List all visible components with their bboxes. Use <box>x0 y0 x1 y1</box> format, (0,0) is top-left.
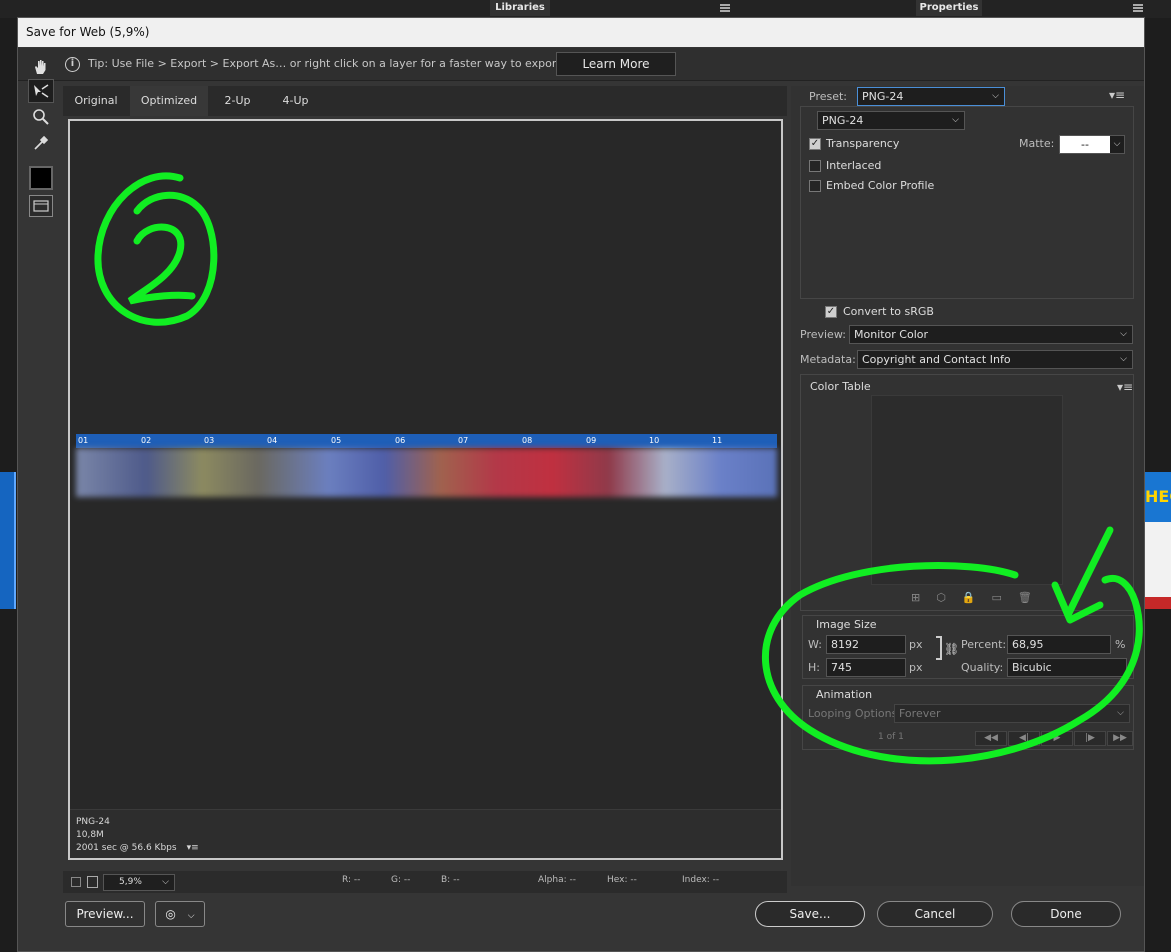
banner-segment: 04 <box>267 436 278 445</box>
info-size: 10,8M <box>76 830 104 840</box>
banner-segment: 02 <box>141 436 152 445</box>
banner-strip: 01 02 03 04 05 06 07 08 09 10 11 <box>76 434 777 448</box>
preview-browser-button[interactable]: ◎ ⌵ <box>155 901 205 927</box>
eyedropper-color-swatch[interactable] <box>29 166 53 190</box>
preview-image-banner: 01 02 03 04 05 06 07 08 09 10 11 <box>76 434 777 497</box>
view-tabs: Original Optimized 2-Up 4-Up <box>63 86 787 116</box>
preset-menu-icon[interactable]: ▾≡ <box>1109 88 1125 102</box>
embed-color-profile-checkbox[interactable] <box>809 180 821 192</box>
tab-original[interactable]: Original <box>63 86 129 116</box>
chevron-down-icon: ⌵ <box>952 115 959 125</box>
matte-value: -- <box>1081 138 1089 151</box>
banner-segment: 07 <box>458 436 469 445</box>
tab-4-up[interactable]: 4-Up <box>267 86 324 116</box>
banner-segment: 10 <box>649 436 660 445</box>
toggle-slices-visibility-icon[interactable] <box>29 195 53 217</box>
metadata-label: Metadata: <box>800 353 856 366</box>
status-bar: 5,9% ⌵ R: -- G: -- B: -- Alpha: -- Hex: … <box>63 871 787 893</box>
interlaced-label: Interlaced <box>826 159 882 172</box>
format-select[interactable]: PNG-24 ⌵ <box>817 111 965 130</box>
banner-segment: 05 <box>331 436 342 445</box>
color-table-menu-icon[interactable]: ▾≡ <box>1117 380 1133 394</box>
tip-text: Tip: Use File > Export > Export As… or r… <box>88 57 600 70</box>
slice-select-tool-icon[interactable] <box>28 79 54 103</box>
save-for-web-dialog: Save for Web (5,9%) i Tip: Use File > Ex… <box>17 17 1145 952</box>
color-table-heading: Color Table <box>810 380 871 393</box>
libraries-menu-icon[interactable] <box>720 4 730 12</box>
chevron-down-icon: ⌵ <box>187 911 195 921</box>
artboard-headline: HEC <box>1145 472 1171 522</box>
metadata-value: Copyright and Contact Info <box>862 353 1011 366</box>
info-menu-icon[interactable]: ▾≡ <box>187 842 199 855</box>
preview-canvas[interactable]: 01 02 03 04 05 06 07 08 09 10 11 PNG-24 … <box>68 119 783 860</box>
dialog-title: Save for Web (5,9%) <box>18 18 1144 47</box>
banner-segment: 08 <box>522 436 533 445</box>
zoom-tool-icon[interactable] <box>28 105 54 129</box>
status-g: G: -- <box>391 875 411 885</box>
chevron-down-icon: ⌵ <box>1120 329 1127 339</box>
matte-label: Matte: <box>1019 137 1055 150</box>
banner-segment: 01 <box>78 436 89 445</box>
banner-segment: 11 <box>712 436 723 445</box>
preset-select[interactable]: PNG-24 ⌵ <box>857 87 1005 106</box>
eyedropper-tool-icon[interactable] <box>28 131 54 155</box>
info-download-time: 2001 sec @ 56.6 Kbps <box>76 843 177 853</box>
preview-button[interactable]: Preview... <box>65 901 145 927</box>
metadata-select[interactable]: Copyright and Contact Info ⌵ <box>857 350 1133 369</box>
optimization-info: PNG-24 10,8M 2001 sec @ 56.6 Kbps ▾≡ <box>70 809 781 858</box>
background-artboard-left <box>0 472 16 609</box>
banner-blurred-content <box>76 448 777 497</box>
chevron-down-icon: ⌵ <box>992 91 999 101</box>
transparency-checkbox[interactable]: ✓ <box>809 138 821 150</box>
checkbox-icon[interactable] <box>71 877 81 887</box>
properties-panel-tab[interactable]: Properties <box>916 0 982 16</box>
convert-srgb-label: Convert to sRGB <box>843 305 934 318</box>
preset-label: Preset: <box>809 90 848 103</box>
format-settings-section: PNG-24 ⌵ ✓ Transparency Matte: -- ⌵ Inte… <box>800 106 1134 299</box>
transparency-label: Transparency <box>826 137 900 150</box>
status-hex: Hex: -- <box>607 875 637 885</box>
hand-tool-icon[interactable] <box>28 55 54 79</box>
preview-select[interactable]: Monitor Color ⌵ <box>849 325 1133 344</box>
zoom-level-select[interactable]: 5,9% ⌵ <box>103 874 175 891</box>
preset-value: PNG-24 <box>862 90 904 103</box>
info-icon: i <box>65 57 80 72</box>
green-annotation-ellipse <box>762 526 1143 765</box>
done-button[interactable]: Done <box>1011 901 1121 927</box>
chevron-down-icon: ⌵ <box>1120 354 1127 364</box>
status-r: R: -- <box>342 875 361 885</box>
status-alpha: Alpha: -- <box>538 875 576 885</box>
status-b: B: -- <box>441 875 460 885</box>
preview-label: Preview: <box>800 328 846 341</box>
status-index: Index: -- <box>682 875 720 885</box>
format-value: PNG-24 <box>822 114 864 127</box>
banner-segment: 06 <box>395 436 406 445</box>
learn-more-button[interactable]: Learn More <box>556 52 676 76</box>
info-format: PNG-24 <box>76 817 110 827</box>
tab-optimized[interactable]: Optimized <box>130 86 208 116</box>
zoom-level-value: 5,9% <box>119 877 142 887</box>
background-app-toolbar <box>0 0 1171 18</box>
zoom-level-icon[interactable] <box>87 876 98 888</box>
browser-icon: ◎ <box>165 907 176 921</box>
green-annotation-circle <box>94 172 218 326</box>
chevron-down-icon: ⌵ <box>162 877 169 887</box>
save-button[interactable]: Save... <box>755 901 865 927</box>
tab-2-up[interactable]: 2-Up <box>209 86 266 116</box>
properties-menu-icon[interactable] <box>1133 4 1143 12</box>
embed-color-profile-label: Embed Color Profile <box>826 179 935 192</box>
banner-segment: 03 <box>204 436 215 445</box>
preview-value: Monitor Color <box>854 328 929 341</box>
chevron-down-icon: ⌵ <box>1110 136 1124 153</box>
cancel-button[interactable]: Cancel <box>877 901 993 927</box>
matte-select[interactable]: -- ⌵ <box>1059 135 1125 154</box>
convert-srgb-checkbox[interactable]: ✓ <box>825 306 837 318</box>
libraries-panel-tab[interactable]: Libraries <box>490 0 550 16</box>
interlaced-checkbox[interactable] <box>809 160 821 172</box>
banner-segment: 09 <box>586 436 597 445</box>
tip-bar: i Tip: Use File > Export > Export As… or… <box>18 48 1144 81</box>
